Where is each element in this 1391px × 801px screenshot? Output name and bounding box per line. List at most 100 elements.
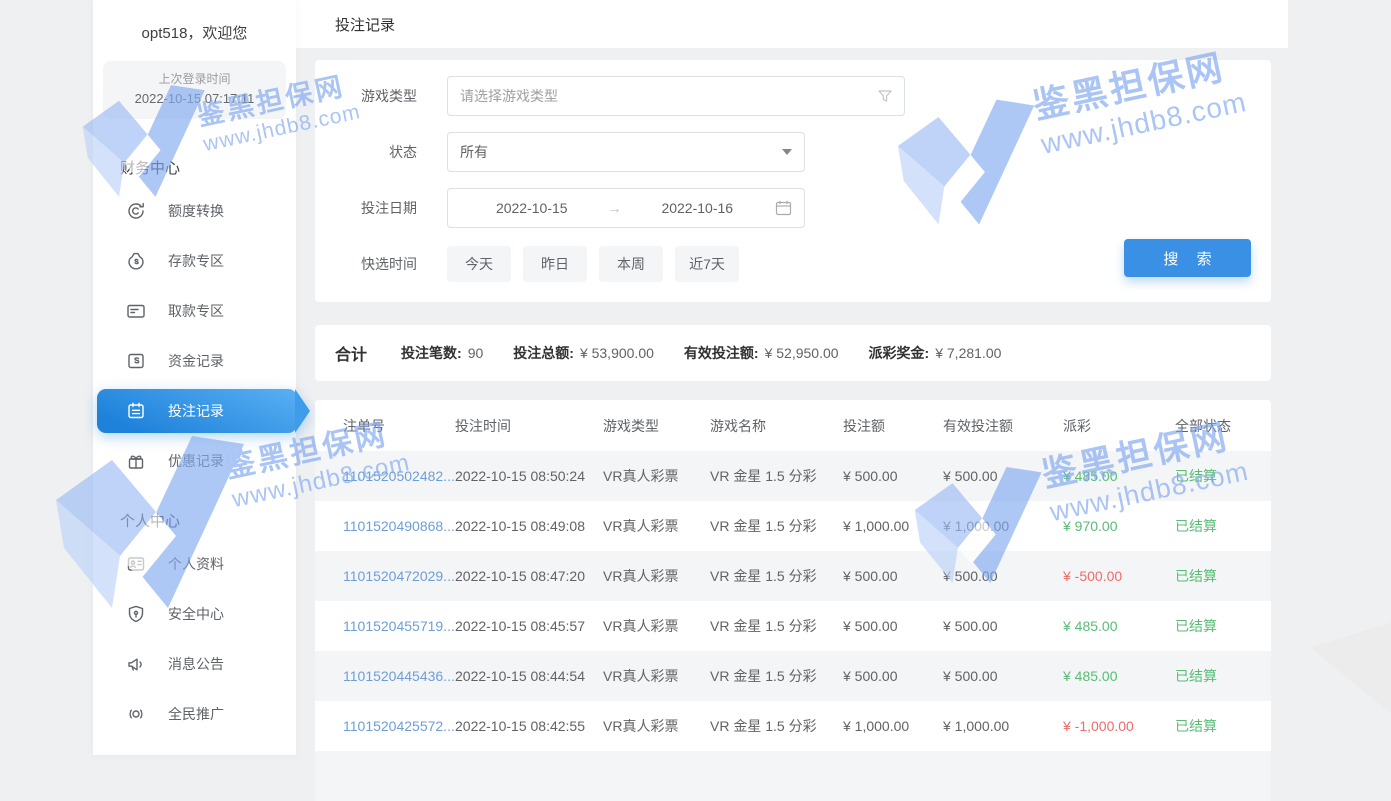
sidebar-item-label: 安全中心 (168, 604, 224, 624)
order-number-link[interactable]: 1101520502482... (343, 468, 455, 484)
sidebar-item-withdraw[interactable]: 取款专区 (93, 286, 296, 336)
sidebar-item-profile[interactable]: 个人资料 (93, 539, 296, 589)
order-number-link[interactable]: 1101520455719... (343, 618, 455, 634)
col-valid-bet: 有效投注额 (943, 400, 1063, 451)
quick-7days-button[interactable]: 近7天 (675, 246, 739, 282)
valid-bet-cell: ¥ 500.00 (943, 601, 1063, 651)
sidebar-item-label: 存款专区 (168, 251, 224, 271)
sidebar-item-bet-record[interactable]: 投注记录 (93, 386, 296, 436)
col-bet-amount: 投注额 (843, 400, 943, 451)
status-badge: 已结算 (1175, 451, 1271, 501)
game-type-placeholder: 请选择游戏类型 (460, 86, 878, 106)
order-number-link[interactable]: 1101520490868... (343, 518, 455, 534)
date-end-input[interactable]: 2022-10-16 (626, 200, 770, 216)
bet-amount-cell: ¥ 500.00 (843, 451, 943, 501)
sidebar-item-label: 投注记录 (168, 401, 224, 421)
bet-time-cell: 2022-10-15 08:45:57 (455, 601, 603, 651)
valid-bet-cell: ¥ 1,000.00 (943, 501, 1063, 551)
bet-amount-cell: ¥ 1,000.00 (843, 501, 943, 551)
profile-icon (125, 553, 147, 575)
sidebar-item-funds-record[interactable]: 资金记录 (93, 336, 296, 386)
valid-bet-cell: ¥ 1,000.00 (943, 701, 1063, 751)
valid-bet-cell: ¥ 500.00 (943, 651, 1063, 701)
table-row: 1101520502482... 2022-10-15 08:50:24 VR真… (315, 451, 1271, 501)
summary-total-label: 合计 (335, 341, 367, 365)
bet-time-cell: 2022-10-15 08:42:55 (455, 701, 603, 751)
status-value: 所有 (460, 142, 782, 162)
payout-cell: ¥ 485.00 (1063, 451, 1175, 501)
col-game-type: 游戏类型 (603, 400, 710, 451)
quick-today-button[interactable]: 今天 (447, 246, 511, 282)
game-name-cell: VR 金星 1.5 分彩 (710, 601, 843, 651)
sidebar-item-label: 资金记录 (168, 351, 224, 371)
promo-record-icon (125, 450, 147, 472)
valid-bet-cell: ¥ 500.00 (943, 551, 1063, 601)
last-login-label: 上次登录时间 (103, 70, 286, 89)
date-start-input[interactable]: 2022-10-15 (460, 200, 604, 216)
summary-bar: 合计 投注笔数:90 投注总额:¥ 53,900.00 有效投注额:¥ 52,9… (315, 325, 1271, 381)
table-row-partial (315, 751, 1271, 801)
game-type-cell: VR真人彩票 (603, 651, 710, 701)
bet-records-table: 注单号 投注时间 游戏类型 游戏名称 投注额 有效投注额 派彩 全部状态 110… (315, 400, 1271, 801)
last-login-time: 2022-10-15 07:17:11 (103, 89, 286, 109)
sidebar-item-label: 优惠记录 (168, 451, 224, 471)
sidebar-item-label: 额度转换 (168, 201, 224, 221)
range-arrow-icon: → (604, 200, 626, 216)
quick-thisweek-button[interactable]: 本周 (599, 246, 663, 282)
bet-amount-cell: ¥ 500.00 (843, 651, 943, 701)
game-name-cell: VR 金星 1.5 分彩 (710, 501, 843, 551)
order-number-link[interactable]: 1101520445436... (343, 668, 455, 684)
page-title: 投注记录 (335, 14, 395, 35)
quick-time-label: 快选时间 (315, 254, 417, 274)
col-payout: 派彩 (1063, 400, 1175, 451)
funnel-icon (878, 89, 892, 103)
date-range-picker[interactable]: 2022-10-15 → 2022-10-16 (447, 188, 805, 228)
summary-bet-count: 投注笔数:90 (401, 343, 483, 363)
sidebar-item-deposit[interactable]: 存款专区 (93, 236, 296, 286)
withdraw-icon (125, 300, 147, 322)
status-select[interactable]: 所有 (447, 132, 805, 172)
game-type-select[interactable]: 请选择游戏类型 (447, 76, 905, 116)
col-bet-time: 投注时间 (455, 400, 603, 451)
bet-time-cell: 2022-10-15 08:49:08 (455, 501, 603, 551)
sidebar-item-quota-transfer[interactable]: 额度转换 (93, 186, 296, 236)
search-button[interactable]: 搜 索 (1124, 239, 1251, 277)
game-type-cell: VR真人彩票 (603, 501, 710, 551)
chevron-down-icon (782, 149, 792, 155)
bet-record-icon (125, 400, 147, 422)
last-login-box: 上次登录时间 2022-10-15 07:17:11 (103, 61, 286, 119)
sidebar-item-promotion[interactable]: 全民推广 (93, 689, 296, 739)
main-area: 投注记录 游戏类型 请选择游戏类型 状态 所有 投注日期 2022-10-15 … (296, 0, 1288, 755)
payout-cell: ¥ 970.00 (1063, 501, 1175, 551)
promotion-icon (125, 703, 147, 725)
table-row: 1101520445436... 2022-10-15 08:44:54 VR真… (315, 651, 1271, 701)
summary-valid-bet: 有效投注额:¥ 52,950.00 (684, 343, 839, 363)
quota-transfer-icon (125, 200, 147, 222)
order-number-link[interactable]: 1101520425572... (343, 718, 455, 734)
col-order-no: 注单号 (315, 400, 455, 451)
sidebar-item-label: 个人资料 (168, 554, 224, 574)
deposit-icon (125, 250, 147, 272)
bet-amount-cell: ¥ 1,000.00 (843, 701, 943, 751)
table-row: 1101520472029... 2022-10-15 08:47:20 VR真… (315, 551, 1271, 601)
status-badge: 已结算 (1175, 601, 1271, 651)
order-number-link[interactable]: 1101520472029... (343, 568, 455, 584)
summary-bet-total: 投注总额:¥ 53,900.00 (513, 343, 654, 363)
sidebar-item-label: 消息公告 (168, 654, 224, 674)
sidebar-item-announcement[interactable]: 消息公告 (93, 639, 296, 689)
table-row: 1101520455719... 2022-10-15 08:45:57 VR真… (315, 601, 1271, 651)
valid-bet-cell: ¥ 500.00 (943, 451, 1063, 501)
bet-time-cell: 2022-10-15 08:47:20 (455, 551, 603, 601)
sidebar: opt518，欢迎您 上次登录时间 2022-10-15 07:17:11 财务… (93, 0, 296, 755)
status-badge: 已结算 (1175, 651, 1271, 701)
game-type-cell: VR真人彩票 (603, 451, 710, 501)
status-badge: 已结算 (1175, 501, 1271, 551)
quick-yesterday-button[interactable]: 昨日 (523, 246, 587, 282)
table-row: 1101520490868... 2022-10-15 08:49:08 VR真… (315, 501, 1271, 551)
game-name-cell: VR 金星 1.5 分彩 (710, 451, 843, 501)
sidebar-item-promo-record[interactable]: 优惠记录 (93, 436, 296, 486)
game-name-cell: VR 金星 1.5 分彩 (710, 701, 843, 751)
bet-amount-cell: ¥ 500.00 (843, 601, 943, 651)
sidebar-item-security[interactable]: 安全中心 (93, 589, 296, 639)
status-badge: 已结算 (1175, 551, 1271, 601)
